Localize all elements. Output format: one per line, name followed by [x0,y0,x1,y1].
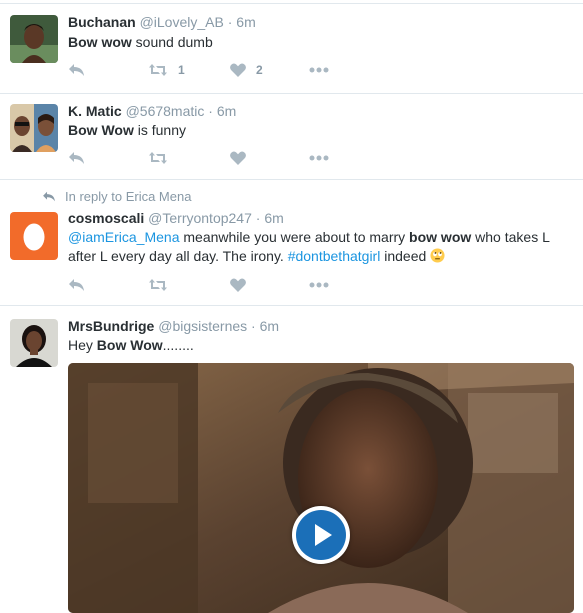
reply-button[interactable] [68,60,85,80]
eye-roll-emoji-icon [430,248,445,263]
tweet-actions [68,275,348,295]
hashtag-link[interactable]: #dontbethatgirl [288,248,381,264]
reply-icon [69,152,84,164]
more-button[interactable] [309,60,329,80]
tweet-text: Hey Bow Wow........ [68,336,568,355]
text-part: meanwhile you were about to marry [179,229,410,245]
retweet-icon [149,64,167,76]
avatar[interactable] [10,15,58,63]
avatar[interactable] [10,319,58,367]
tweet-actions: 1 2 [68,60,348,80]
avatar[interactable] [10,212,58,260]
like-button[interactable] [230,275,256,295]
more-button[interactable] [309,275,329,295]
retweet-button[interactable] [148,275,178,295]
reply-button[interactable] [68,275,85,295]
tweet-text: Bow wow sound dumb [68,33,568,52]
heart-icon [230,278,246,292]
keyword: bow wow [409,229,472,245]
tweet-header: Buchanan @iLovely_AB · 6m [68,14,256,30]
tweet-kmatic[interactable]: K. Matic @5678matic · 6m Bow Wow is funn… [0,94,583,180]
tweet-header: K. Matic @5678matic · 6m [68,103,236,119]
display-name[interactable]: cosmoscali [68,210,144,226]
text-rest: sound dumb [131,34,213,50]
heart-icon [230,151,246,165]
retweet-icon [149,152,167,164]
reply-icon [69,64,84,76]
tweet-text: Bow Wow is funny [68,121,568,140]
reply-icon [69,279,84,291]
timestamp[interactable]: 6m [236,14,255,30]
more-icon [309,282,329,288]
tweet-header: MrsBundrige @bigsisternes · 6m [68,318,279,334]
separator: · [251,318,256,334]
heart-icon [230,63,246,77]
separator: · [255,210,261,226]
reply-button[interactable] [68,148,85,168]
retweet-icon [149,279,167,291]
play-button[interactable] [292,506,350,564]
text-rest: is funny [133,122,186,138]
display-name[interactable]: Buchanan [68,14,136,30]
user-handle[interactable]: @iLovely_AB [140,14,224,30]
reply-context[interactable]: In reply to Erica Mena [42,189,191,204]
like-button[interactable] [230,148,256,168]
display-name[interactable]: MrsBundrige [68,318,154,334]
tweet-header: cosmoscali @Terryontop247 · 6m [68,210,284,226]
user-handle[interactable]: @Terryontop247 [148,210,252,226]
tweet-mrsbundrige[interactable]: MrsBundrige @bigsisternes · 6m Hey Bow W… [0,306,583,613]
like-button[interactable]: 2 [230,60,263,80]
separator: · [208,103,213,119]
tweet-text: @iamErica_Mena meanwhile you were about … [68,228,568,266]
text-part: Hey [68,337,97,353]
separator: · [227,14,233,30]
reply-arrow-icon [43,191,55,202]
timestamp[interactable]: 6m [260,318,279,334]
more-button[interactable] [309,148,329,168]
user-handle[interactable]: @bigsisternes [158,318,247,334]
tweet-buchanan[interactable]: Buchanan @iLovely_AB · 6m Bow wow sound … [0,0,583,94]
tweet-cosmoscali[interactable]: In reply to Erica Mena cosmoscali @Terry… [0,180,583,306]
tweet-actions [68,148,348,168]
text-part: indeed [380,248,431,264]
display-name[interactable]: K. Matic [68,103,122,119]
keyword: Bow Wow [68,122,134,138]
more-icon [309,155,329,161]
more-icon [309,67,329,73]
video-frame-image [68,363,574,613]
retweet-button[interactable] [148,148,178,168]
timestamp[interactable]: 6m [217,103,236,119]
mention-link[interactable]: @iamErica_Mena [68,229,179,245]
retweet-button[interactable]: 1 [148,60,185,80]
reply-context-text[interactable]: In reply to Erica Mena [65,189,191,204]
like-count: 2 [256,63,263,77]
keyword: Bow wow [68,34,132,50]
timestamp[interactable]: 6m [264,210,283,226]
keyword: Bow Wow [96,337,163,353]
user-handle[interactable]: @5678matic [126,103,205,119]
retweet-count: 1 [178,63,185,77]
avatar[interactable] [10,104,58,152]
text-part: ........ [162,337,194,353]
video-thumbnail[interactable] [68,363,574,613]
play-icon [315,524,332,546]
